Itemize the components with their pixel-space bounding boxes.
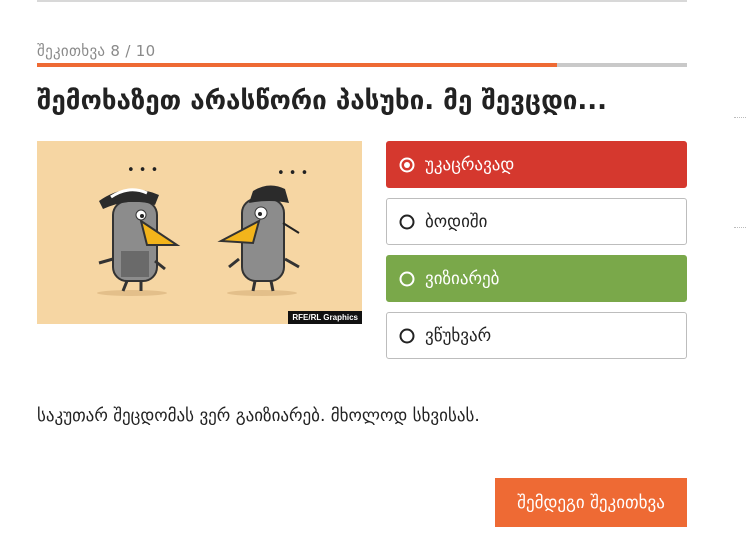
radio-icon (399, 328, 415, 344)
edge-divider (734, 227, 746, 228)
progress-bar-fill (37, 63, 557, 67)
question-illustration: • • • • • • RFE/RL Graphics (37, 141, 362, 324)
answer-option[interactable]: ვიზიარებ (386, 255, 687, 302)
question-title: შემოხაზეთ არასწორი პასუხი. მე შევცდი... (37, 86, 608, 116)
answer-option[interactable]: ვწუხვარ (386, 312, 687, 359)
thought-dots-left: • • • (127, 163, 158, 178)
answer-option-label: უკაცრავად (425, 154, 515, 175)
edge-divider (734, 117, 746, 118)
next-question-button[interactable]: შემდეგი შეკითხვა (495, 478, 687, 527)
radio-icon (399, 157, 415, 173)
question-counter: შეკითხვა 8 / 10 (37, 42, 156, 60)
left-crow (97, 188, 181, 296)
answer-option-label: ვიზიარებ (425, 268, 500, 289)
answer-option-label: ვწუხვარ (425, 325, 492, 346)
right-crow (217, 185, 300, 296)
answer-options: უკაცრავად ბოდიში ვიზიარებ ვწუხვარ (386, 141, 687, 369)
answer-explanation: საკუთარ შეცდომას ვერ გაიზიარებ. მხოლოდ ს… (37, 406, 480, 426)
crows-illustration: • • • • • • (97, 163, 308, 296)
answer-option[interactable]: ბოდიში (386, 198, 687, 245)
answer-option[interactable]: უკაცრავად (386, 141, 687, 188)
answer-option-label: ბოდიში (425, 211, 488, 232)
radio-icon (399, 214, 415, 230)
progress-bar (37, 63, 687, 67)
image-credit: RFE/RL Graphics (288, 311, 362, 324)
radio-icon (399, 271, 415, 287)
thought-dots-right: • • • (277, 166, 308, 181)
top-divider (37, 0, 687, 2)
